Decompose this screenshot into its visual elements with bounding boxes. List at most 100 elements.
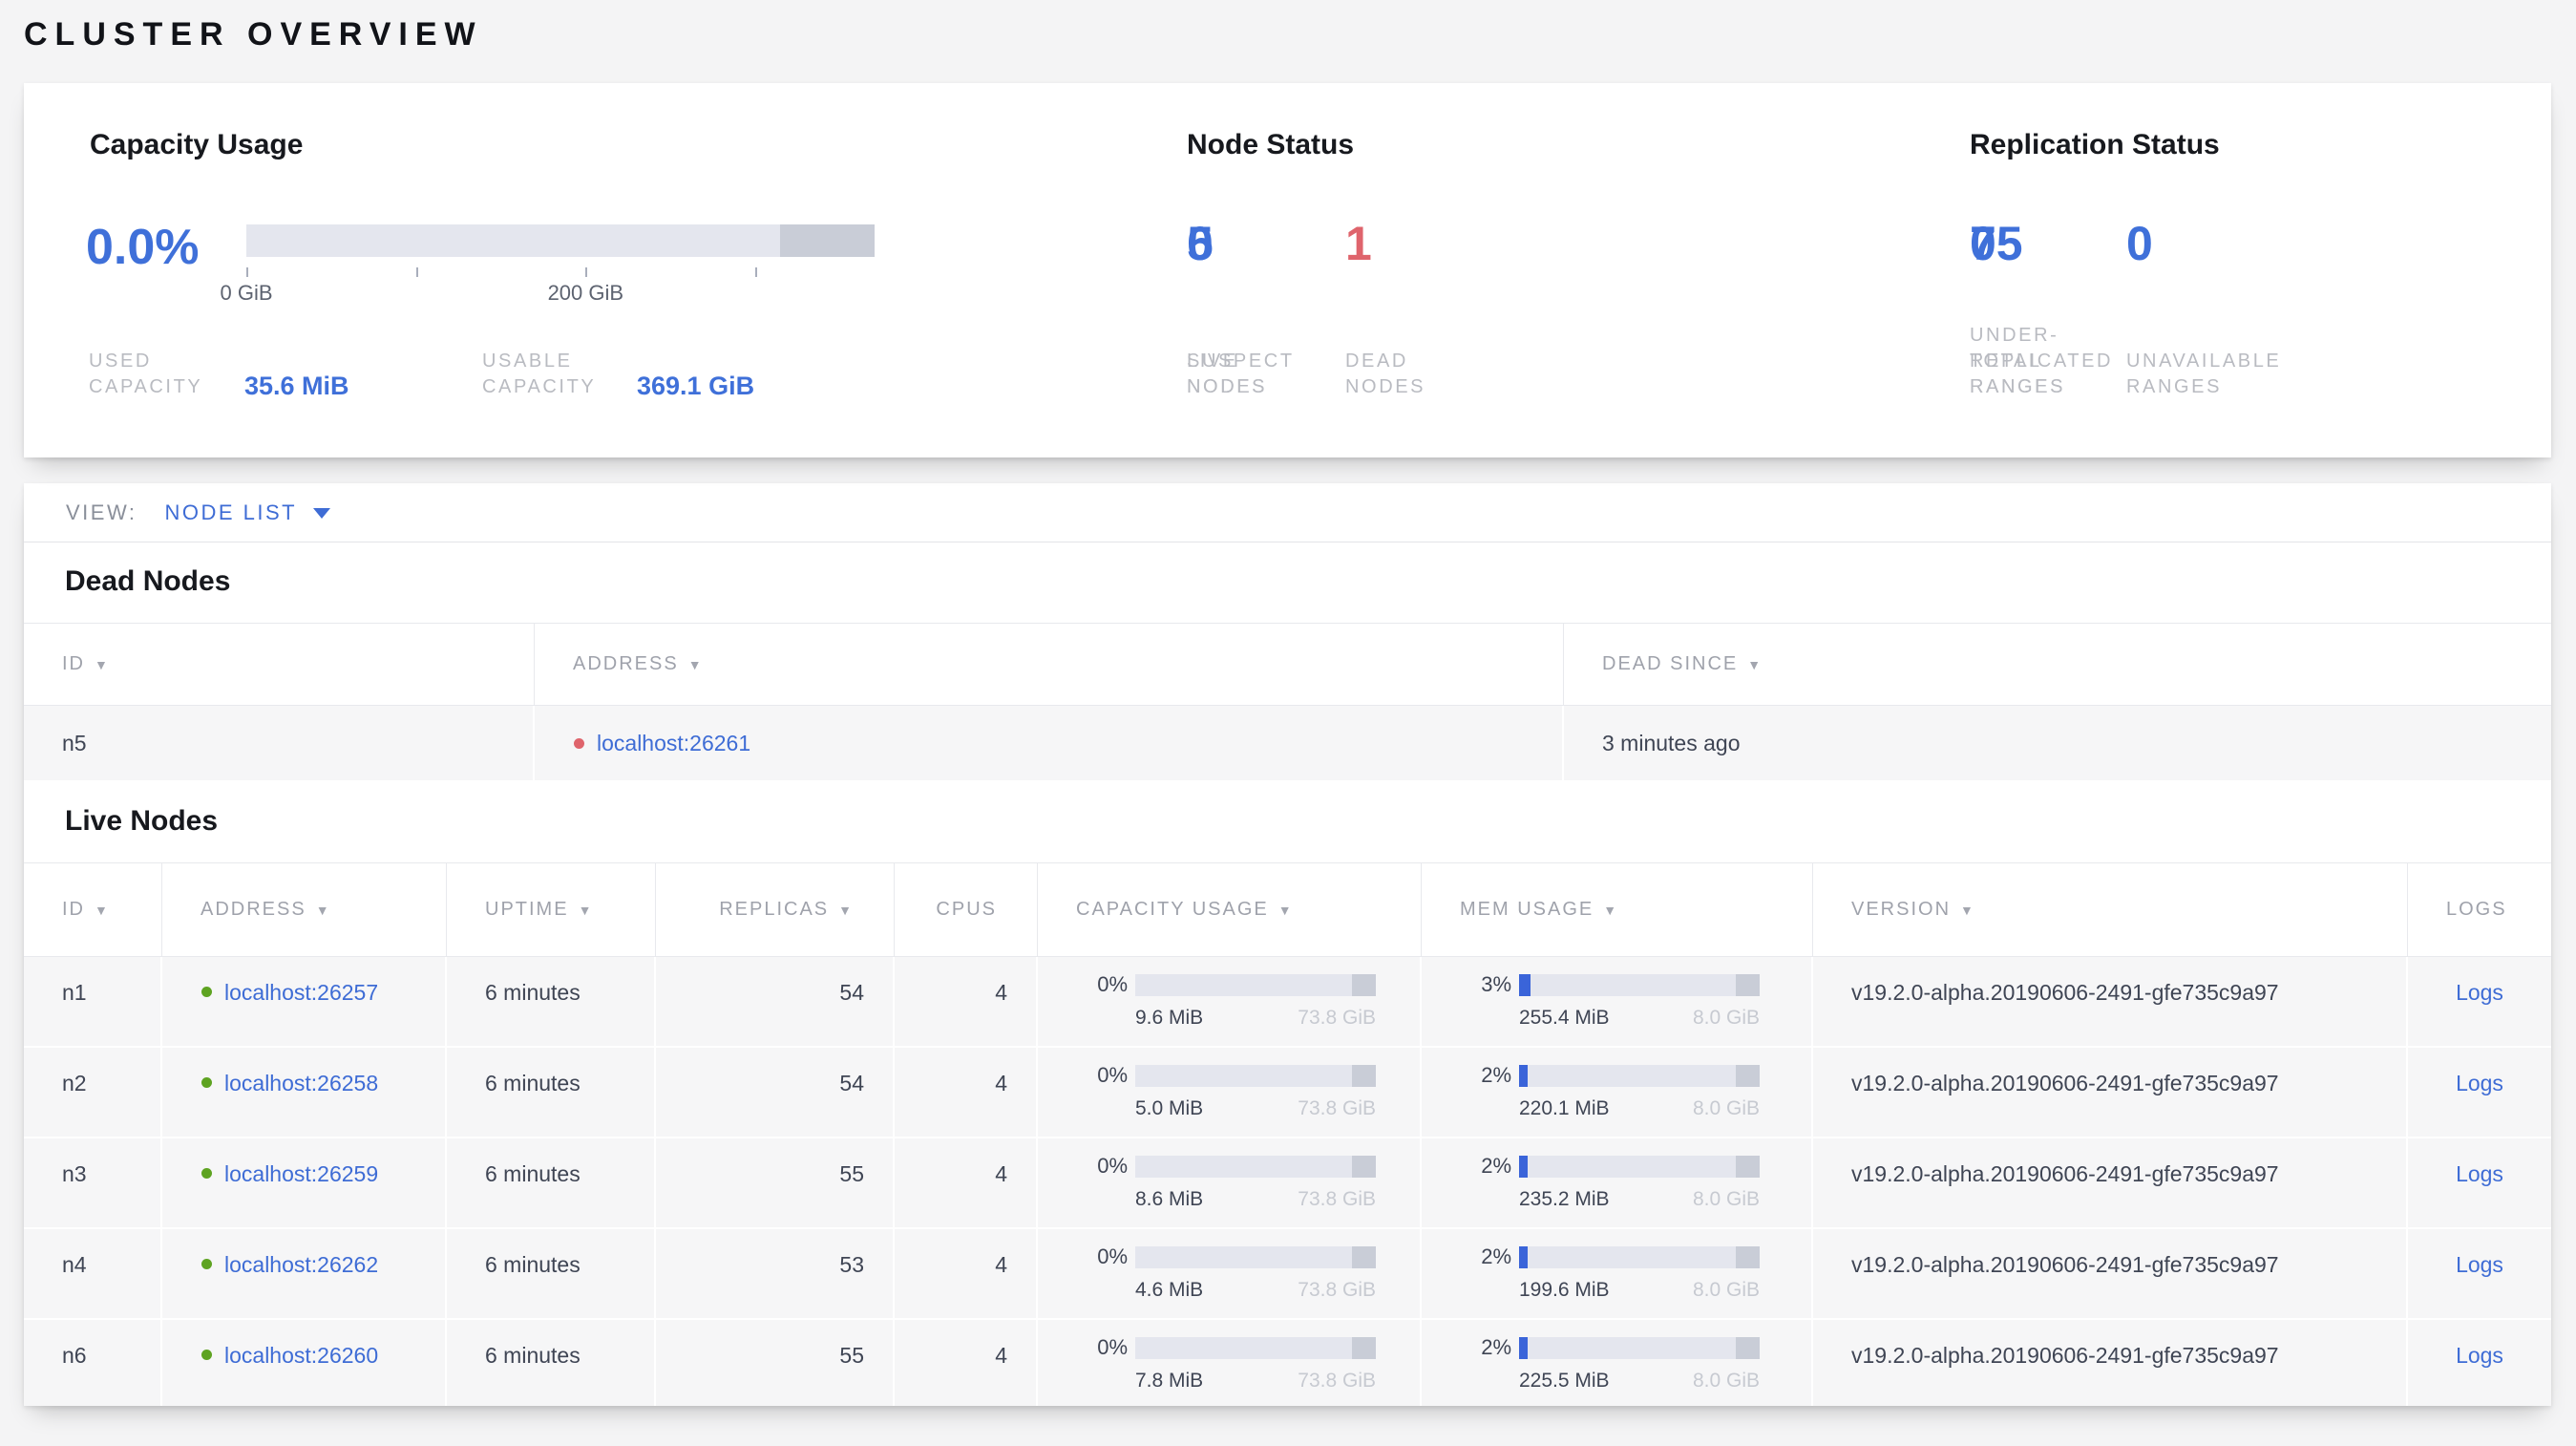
nodes-panel: VIEW: NODE LIST Dead Nodes ID ▼ ADDRESS ▼ DE… [24, 483, 2551, 1406]
logs-link[interactable]: Logs [2456, 980, 2503, 1005]
column-header-address[interactable]: ADDRESS ▼ [162, 863, 447, 956]
capacity-usage-reserved-segment [1351, 1155, 1376, 1178]
node-address-link[interactable]: localhost:26261 [597, 731, 750, 756]
column-header-label: MEM USAGE [1460, 899, 1594, 920]
logs-link[interactable]: Logs [2456, 1071, 2503, 1095]
dead-nodes-label: DEAD NODES [1345, 351, 1426, 397]
version-cell: v19.2.0-alpha.20190606-2491-gfe735c9a97 [1813, 1320, 2408, 1406]
view-dropdown[interactable]: NODE LIST [164, 500, 331, 525]
column-header-version[interactable]: VERSION ▼ [1813, 863, 2408, 956]
capacity-axis-labels: 0 GiB 200 GiB [220, 281, 875, 306]
replication-status-title: Replication Status [1970, 129, 2220, 160]
uptime-cell: 6 minutes [447, 1048, 656, 1137]
capacity-usage-percent: 0% [1097, 1063, 1128, 1087]
logs-link[interactable]: Logs [2456, 1161, 2503, 1186]
column-header-replicas[interactable]: REPLICAS ▼ [656, 863, 895, 956]
capacity-usage-bar: 0 GiB 200 GiB [220, 224, 875, 306]
mem-usage-reserved-segment [1735, 1064, 1760, 1087]
sort-desc-icon: ▼ [1603, 902, 1619, 918]
mem-usage-fill [1519, 1155, 1528, 1178]
node-address-cell: localhost:26258 [162, 1048, 447, 1137]
capacity-usage-top: 0% [1038, 1244, 1420, 1269]
node-address-link[interactable]: localhost:26258 [224, 1071, 378, 1096]
cluster-overview-page: CLUSTER OVERVIEW Capacity Usage 0.0% 0 G… [0, 0, 2576, 1406]
capacity-total-value: 73.8 GiB [1298, 1279, 1376, 1301]
capacity-usage-cell: 0% 7.8 MiB 73.8 GiB [1038, 1320, 1422, 1406]
cluster-summary-panel: Capacity Usage 0.0% 0 GiB 200 GiB USED CA… [24, 83, 2551, 457]
capacity-usage-bar [1135, 973, 1376, 996]
used-capacity-stat: USED CAPACITY 35.6 MiB [89, 322, 349, 400]
capacity-usage-bar [1135, 1064, 1376, 1087]
column-header-id[interactable]: ID ▼ [24, 863, 162, 956]
uptime-cell: 6 minutes [447, 1138, 656, 1227]
used-capacity-label: USED CAPACITY [89, 351, 203, 397]
sort-desc-icon: ▼ [95, 656, 110, 672]
live-node-row: n3 localhost:26259 6 minutes 55 4 0% 8.6 MiB 73… [24, 1138, 2551, 1229]
live-node-row: n4 localhost:26262 6 minutes 53 4 0% 4.6 MiB 73… [24, 1229, 2551, 1320]
node-address-link[interactable]: localhost:26260 [224, 1343, 378, 1369]
capacity-used-value: 8.6 MiB [1135, 1188, 1204, 1210]
mem-used-value: 199.6 MiB [1519, 1279, 1610, 1301]
id-cell: n3 [24, 1138, 162, 1227]
capacity-usage-cell: 0% 9.6 MiB 73.8 GiB [1038, 957, 1422, 1046]
column-header-logs_label: LOGS [2408, 863, 2551, 956]
mem-used-value: 235.2 MiB [1519, 1188, 1610, 1210]
cpus-cell: 4 [895, 957, 1038, 1046]
mem-used-value: 225.5 MiB [1519, 1370, 1610, 1392]
capacity-total-value: 73.8 GiB [1298, 1370, 1376, 1392]
node-address-link[interactable]: localhost:26257 [224, 980, 378, 1006]
replicas-cell: 54 [656, 957, 895, 1046]
logs-cell: Logs [2408, 957, 2551, 1046]
unavailable-ranges-label: UNAVAILABLE RANGES [2126, 351, 2282, 397]
logs-cell: Logs [2408, 1048, 2551, 1137]
column-header-capacity[interactable]: CAPACITY USAGE ▼ [1038, 863, 1422, 956]
mem-usage-fill [1519, 1336, 1528, 1359]
version-cell: v19.2.0-alpha.20190606-2491-gfe735c9a97 [1813, 1048, 2408, 1137]
column-header-address[interactable]: ADDRESS ▼ [535, 624, 1564, 705]
sort-desc-icon: ▼ [687, 656, 704, 672]
sort-desc-icon: ▼ [1747, 656, 1763, 672]
mem-usage-values: 255.4 MiB 8.0 GiB [1519, 1007, 1760, 1030]
mem-usage-reserved-segment [1735, 973, 1760, 996]
id-cell: n4 [24, 1229, 162, 1318]
capacity-axis-ticks [246, 267, 875, 277]
id-cell: n5 [24, 706, 535, 780]
dead-table-header-row: ID ▼ ADDRESS ▼ DEAD SINCE ▼ [24, 623, 2551, 706]
capacity-usage-values: 8.6 MiB 73.8 GiB [1135, 1188, 1376, 1211]
node-address-cell: localhost:26259 [162, 1138, 447, 1227]
node-address-link[interactable]: localhost:26262 [224, 1252, 378, 1278]
replicas-cell: 55 [656, 1138, 895, 1227]
capacity-used-percent: 0.0% [86, 220, 200, 275]
logs-link[interactable]: Logs [2456, 1343, 2503, 1368]
mem-total-value: 8.0 GiB [1692, 1188, 1760, 1210]
capacity-usage-bar [1135, 1245, 1376, 1268]
column-header-mem[interactable]: MEM USAGE ▼ [1422, 863, 1813, 956]
live-node-row: n6 localhost:26260 6 minutes 55 4 0% 7.8 MiB 73… [24, 1320, 2551, 1406]
column-header-uptime[interactable]: UPTIME ▼ [447, 863, 656, 956]
mem-usage-values: 235.2 MiB 8.0 GiB [1519, 1188, 1760, 1211]
mem-usage-reserved-segment [1735, 1336, 1760, 1359]
dead-nodes-table: ID ▼ ADDRESS ▼ DEAD SINCE ▼ n5 localhost:26261 3… [24, 623, 2551, 782]
live-status-dot-icon [201, 1350, 212, 1360]
unavailable-ranges-stat: 0 UNAVAILABLE RANGES [2126, 219, 2281, 400]
logs-link[interactable]: Logs [2456, 1252, 2503, 1277]
capacity-used-value: 9.6 MiB [1135, 1007, 1204, 1029]
column-header-label: CPUS [936, 899, 997, 920]
capacity-usage-bar [1135, 1336, 1376, 1359]
capacity-usage-top: 0% [1038, 1335, 1420, 1360]
axis-tick-label: 0 GiB [220, 281, 273, 305]
mem-usage-top: 2% [1422, 1335, 1811, 1360]
uptime-cell: 6 minutes [447, 957, 656, 1046]
column-header-id[interactable]: ID ▼ [24, 624, 535, 705]
view-label: VIEW: [66, 500, 137, 524]
column-header-dead_since[interactable]: DEAD SINCE ▼ [1564, 624, 2551, 705]
cpus-cell: 4 [895, 1138, 1038, 1227]
node-address-link[interactable]: localhost:26259 [224, 1161, 378, 1187]
under-replicated-ranges-count: 0 [1970, 217, 1996, 270]
capacity-usage-title: Capacity Usage [90, 129, 304, 160]
logs-cell: Logs [2408, 1320, 2551, 1406]
mem-usage-bar [1519, 973, 1760, 996]
column-header-label: UPTIME [485, 899, 569, 920]
mem-total-value: 8.0 GiB [1692, 1097, 1760, 1119]
mem-usage-bar [1519, 1064, 1760, 1087]
